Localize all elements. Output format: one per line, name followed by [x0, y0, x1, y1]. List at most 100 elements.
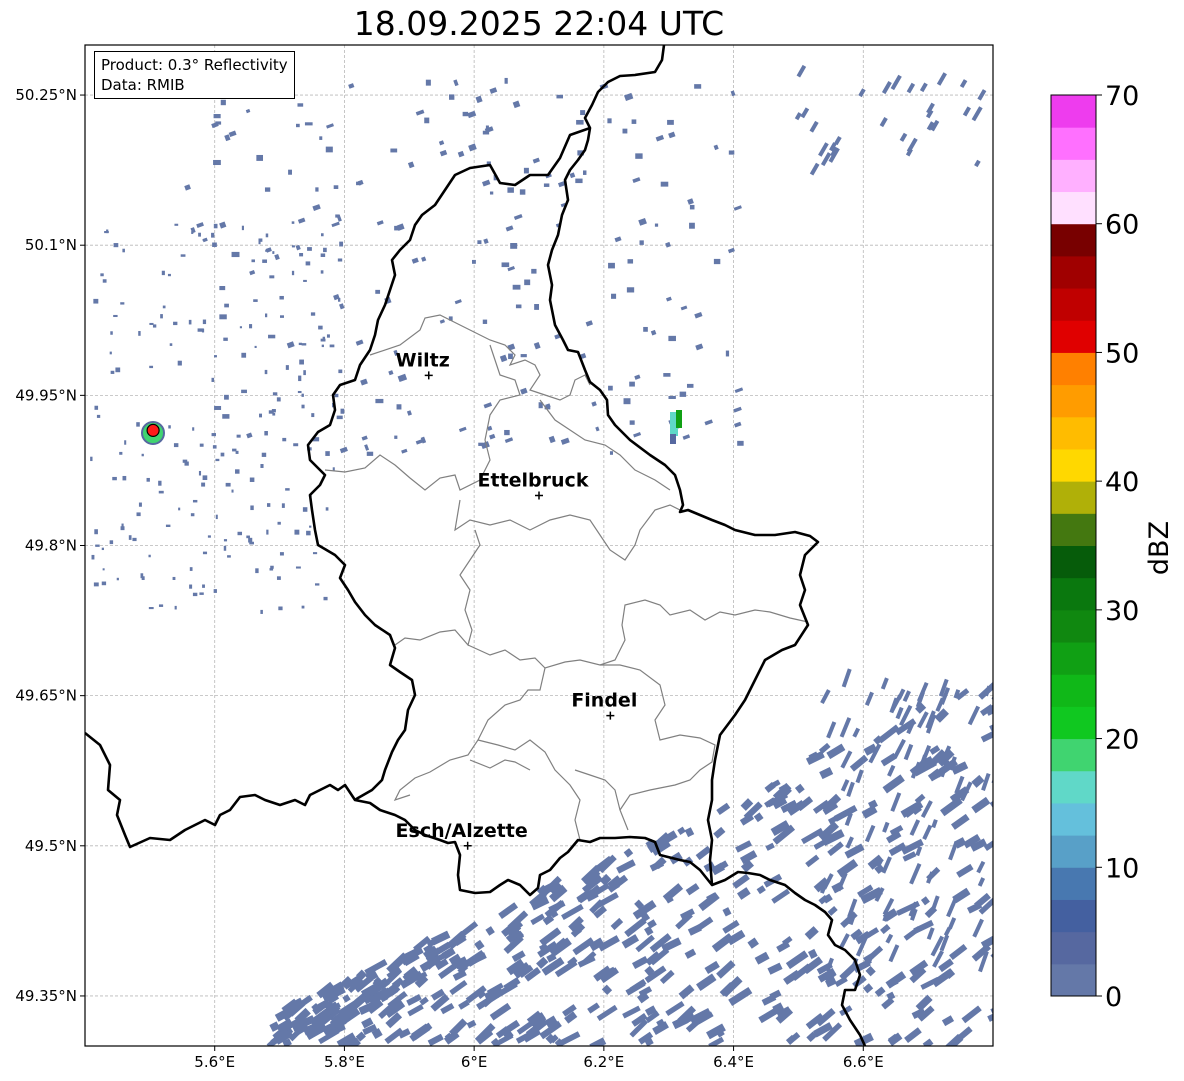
echo-pixel	[298, 342, 302, 346]
echo-pixel	[575, 178, 583, 184]
echo-pixel	[261, 452, 267, 457]
echo-pixel	[222, 414, 230, 419]
echo-pixel	[106, 229, 109, 234]
echo-pixel	[689, 204, 695, 210]
echo-pixel	[504, 77, 508, 84]
echo-pixel	[201, 328, 205, 333]
echo-pixel	[301, 343, 307, 346]
echo-pixel	[356, 181, 362, 186]
echo-pixel	[191, 231, 194, 234]
echo-pixel	[302, 507, 308, 512]
echo-pixel	[449, 94, 455, 100]
echo-pixel	[149, 365, 154, 369]
echo-pixel	[192, 592, 198, 597]
echo-pixel	[299, 359, 304, 365]
echo-pixel	[119, 451, 123, 455]
echo-pixel	[262, 259, 268, 263]
echo-pixel	[241, 225, 244, 231]
echo-pixel	[323, 247, 327, 253]
echo-pixel	[660, 181, 669, 187]
echo-pixel	[235, 469, 240, 474]
echo-pixel	[220, 452, 225, 457]
product-info-box: Product: 0.3° Reflectivity Data: RMIB	[94, 51, 295, 99]
echo-pixel	[304, 122, 313, 126]
echo-pixel	[608, 385, 613, 391]
echo-pixel	[172, 576, 176, 580]
echo-pixel	[100, 273, 104, 277]
echo-pixel	[390, 148, 398, 153]
echo-pixel	[189, 567, 193, 571]
echo-pixel	[271, 409, 276, 413]
echo-pixel	[512, 284, 521, 290]
echo-pixel	[1000, 828, 1013, 838]
echo-pixel	[158, 490, 164, 494]
echo-pixel	[279, 315, 284, 318]
echo-pixel	[260, 464, 264, 468]
echo-pixel	[326, 334, 330, 338]
echo-pixel	[338, 369, 343, 374]
echo-pixel	[215, 458, 220, 462]
lat-tick-label: 49.95°N	[15, 386, 77, 404]
echo-pixel	[180, 254, 186, 257]
echo-pixel	[120, 302, 125, 305]
echo-pixel	[321, 233, 324, 237]
echo-pixel	[241, 352, 247, 358]
lon-tick-label: 5.8°E	[324, 1053, 365, 1071]
lat-tick-label: 49.5°N	[25, 837, 77, 855]
echo-pixel	[337, 258, 343, 262]
echo-pixel	[519, 189, 526, 195]
echo-pixel	[607, 118, 612, 124]
city-label: Ettelbruck	[478, 469, 589, 491]
echo-pixel	[202, 584, 205, 588]
echo-pixel	[737, 440, 744, 446]
echo-pixel	[225, 482, 231, 487]
echo-pixel	[161, 270, 165, 276]
echo-pixel	[337, 297, 341, 302]
echo-pixel	[472, 259, 476, 264]
echo-pixel	[213, 159, 221, 166]
echo-pixel	[556, 94, 564, 99]
echo-pixel	[643, 326, 648, 332]
echo-pixel	[301, 404, 305, 409]
echo-pixel	[249, 541, 254, 545]
radar-map: Wiltz Ettelbruck Findel Esch/Alzette 5.6°E 5…	[15, 44, 1013, 1071]
echo-pixel	[314, 583, 320, 586]
echo-pixel	[396, 404, 402, 410]
echo-pixel	[246, 535, 250, 539]
echo-pixel	[269, 568, 274, 571]
echo-pixel	[94, 405, 99, 410]
echo-pixel	[375, 398, 384, 404]
echo-pixel	[116, 577, 119, 581]
echo-pixel	[998, 673, 1012, 684]
echo-pixel	[305, 261, 311, 266]
echo-pixel	[531, 268, 537, 274]
echo-pixel	[254, 345, 257, 349]
echo-pixel	[335, 214, 340, 218]
echo-pixel	[306, 530, 311, 536]
echo-pixel	[158, 604, 164, 607]
echo-pixel	[115, 367, 121, 373]
echo-pixel	[272, 251, 275, 254]
echo-pixel	[520, 354, 527, 358]
echo-pixel	[291, 270, 295, 276]
echo-pixel	[113, 243, 119, 248]
echo-pixel	[319, 136, 323, 140]
echo-pixel	[169, 343, 173, 346]
echo-pixel	[214, 355, 217, 358]
echo-pixel	[670, 434, 676, 444]
echo-pixel	[192, 427, 195, 431]
echo-pixel	[160, 314, 163, 319]
echo-pixel	[199, 592, 204, 595]
echo-pixel	[189, 584, 193, 589]
echo-pixel	[178, 507, 181, 511]
echo-pixel	[184, 461, 189, 466]
radar-site-dot	[146, 423, 160, 437]
echo-pixel	[152, 324, 157, 328]
echo-pixel	[212, 242, 217, 247]
echo-pixel	[110, 331, 113, 335]
echo-pixel	[654, 223, 659, 227]
echo-pixel	[223, 539, 228, 542]
echo-pixel	[122, 475, 127, 481]
echo-pixel	[294, 529, 300, 535]
echo-pixel	[501, 262, 510, 268]
